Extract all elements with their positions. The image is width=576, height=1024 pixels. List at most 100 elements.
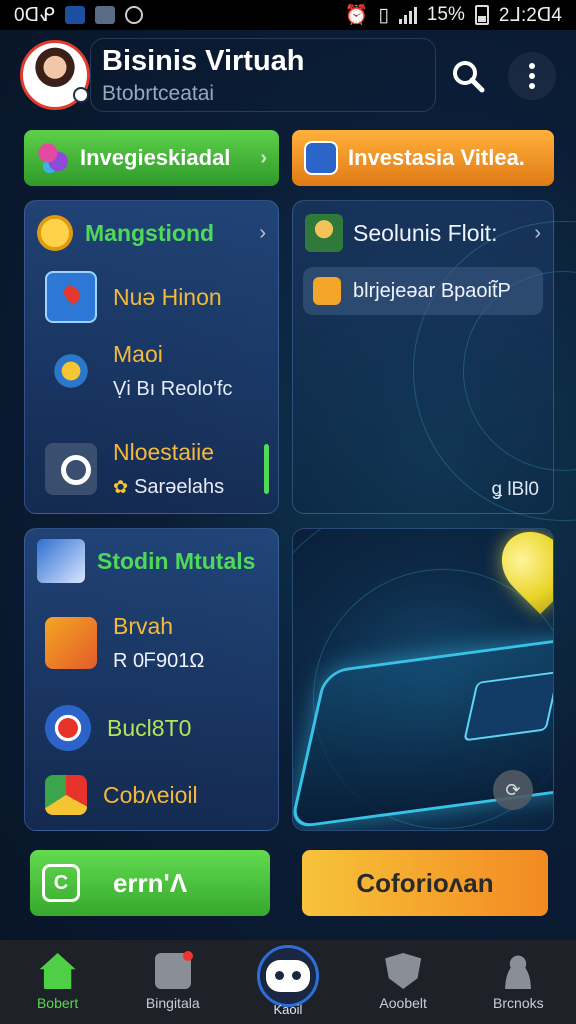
home-icon — [39, 953, 76, 989]
studio-card-header[interactable]: Stodin Mtutals — [37, 539, 266, 583]
app-header: Bisinis Virtuah Btobrtceatai — [0, 30, 576, 120]
gallery-notification-icon — [94, 6, 115, 24]
solutions-card-title: Seolunis Floit: — [353, 219, 498, 246]
gear-network-icon — [45, 345, 97, 397]
nav-security[interactable]: Aoobelt — [353, 953, 453, 1011]
stack-icon — [45, 617, 97, 669]
battery-percent: 15% — [426, 4, 465, 25]
settings-badge-icon — [73, 87, 89, 103]
target-icon — [45, 705, 91, 751]
signal-icon — [398, 6, 417, 24]
nav-label: Aoobelt — [379, 995, 427, 1011]
solutions-pill[interactable]: blrjejeəar Bpaoit̃P — [303, 267, 543, 315]
confirm-button-label: Coforioᴧan — [356, 867, 494, 898]
search-icon — [453, 61, 485, 93]
solutions-meta: ǥ lBl0 — [491, 479, 539, 500]
status-right: ⏰ ▯ 15% 2ᒧ:2ᗡ4 — [345, 3, 562, 27]
solutions-card: Seolunis Floit: › blrjejeəar Bpaoit̃P ǥ … — [292, 200, 576, 521]
map-icon — [45, 271, 97, 323]
vibrate-icon: ▯ — [378, 4, 389, 26]
bubbles-icon — [36, 141, 70, 175]
page-title: Bisinis Virtuah — [102, 44, 305, 77]
user-icon — [500, 953, 537, 989]
management-item-sublabel: Ṿi Bı Reolo'fc — [113, 378, 233, 400]
avatar[interactable] — [20, 40, 90, 110]
studio-item-label: Bucl8T0 — [107, 714, 192, 741]
studio-item-browser[interactable]: Cobᴧeioil — [45, 775, 198, 815]
nav-home[interactable]: Bobert — [8, 953, 108, 1011]
management-item-sublabel: ✿ Sarəelahs — [113, 476, 224, 499]
alarm-icon: ⏰ — [344, 5, 369, 26]
assistant-icon — [265, 960, 310, 992]
management-card-title: Mangstiond — [85, 219, 215, 246]
management-card-header[interactable]: Mangstiond › — [37, 213, 266, 253]
sync-notification-icon — [124, 6, 143, 24]
browser-icon — [45, 775, 87, 815]
management-item-sublabel-text: Sarəelahs — [134, 476, 225, 498]
studio-item-sublabel: R 0ᖴ901Ω — [113, 650, 205, 672]
studio-item-stack[interactable]: Brvah R 0ᖴ901Ω — [45, 613, 204, 673]
studio-item-label: Cobᴧeioil — [103, 781, 198, 808]
bag-icon — [154, 951, 193, 989]
nav-label: Bingitala — [145, 995, 200, 1011]
coin-icon — [37, 215, 73, 251]
nav-profile[interactable]: Brcnoks — [468, 953, 568, 1011]
nav-label: Bobert — [36, 995, 79, 1011]
virtual-investment-button[interactable]: Investasia Vitlea. — [292, 130, 554, 186]
primary-green-button-label: errn'Λ — [112, 867, 188, 898]
document-icon — [304, 141, 338, 175]
management-item-label: Nloestaiie — [113, 439, 214, 465]
management-item-location[interactable]: Nloestaiie ✿ Sarəelahs — [45, 439, 224, 499]
more-options-button[interactable] — [508, 52, 556, 100]
investment-button-label: Invegieskiadal — [80, 145, 231, 170]
chevron-right-icon: › — [260, 146, 267, 169]
nav-shop[interactable]: Bingitala — [123, 951, 223, 1011]
battery-icon — [474, 5, 489, 25]
leaf-icon: ✿ — [113, 477, 129, 497]
header-actions — [444, 52, 556, 100]
studio-item-target[interactable]: Bucl8T0 — [45, 705, 191, 751]
assistant-button[interactable] — [256, 945, 319, 1007]
header-title-group: Bisinis Virtuah Btobrtceatai — [102, 45, 305, 106]
management-item-label: Maoi — [113, 341, 163, 367]
more-vertical-icon — [529, 63, 535, 89]
solutions-card-header[interactable]: Seolunis Floit: › — [305, 213, 541, 253]
nav-label: Kaoil — [273, 1002, 303, 1017]
page-subtitle: Btobrtceatai — [102, 81, 215, 105]
chevron-right-icon: › — [534, 221, 541, 244]
primary-green-button[interactable]: C errn'Λ — [30, 850, 270, 916]
nav-label: Brcnoks — [493, 995, 544, 1011]
management-card: Mangstiond › Nuə Hinon Maoi Ṿi Bı Reolo'… — [24, 200, 279, 514]
virtual-investment-button-label: Investasia Vitlea. — [348, 145, 525, 170]
refresh-icon: ⟳ — [505, 779, 521, 800]
visual-card: ⟳ — [292, 528, 554, 831]
confirm-button[interactable]: Coforioᴧan — [302, 850, 548, 916]
notification-dot — [182, 951, 193, 961]
shield-icon — [385, 953, 422, 989]
search-button[interactable] — [444, 52, 492, 100]
chevron-right-icon: › — [259, 221, 266, 244]
worker-icon — [305, 214, 343, 252]
bottom-nav: Bobert Bingitala Kaoil Aoobelt Brcnoks — [0, 940, 576, 1024]
management-item-map[interactable]: Nuə Hinon — [45, 271, 222, 323]
shield-notification-icon — [64, 6, 85, 24]
scroll-indicator — [264, 444, 269, 494]
status-left: 0ᗡᕵ — [14, 4, 143, 27]
status-bar: 0ᗡᕵ ⏰ ▯ 15% 2ᒧ:2ᗡ4 — [0, 0, 576, 30]
investment-button[interactable]: Invegieskiadal › — [24, 130, 279, 186]
status-clock: 2ᒧ:2ᗡ4 — [498, 4, 562, 26]
refresh-button[interactable]: ⟳ — [493, 770, 533, 810]
status-time: 0ᗡᕵ — [14, 4, 55, 26]
studio-item-label: Brvah — [113, 613, 174, 639]
solutions-pill-label: blrjejeəar Bpaoit̃P — [353, 279, 511, 302]
studio-card: Stodin Mtutals Brvah R 0ᖴ901Ω Bucl8T0 Co… — [24, 528, 279, 831]
location-pin-icon — [45, 443, 97, 495]
studio-card-title: Stodin Mtutals — [97, 547, 256, 574]
cycle-icon: C — [42, 864, 80, 902]
nav-assistant[interactable]: Kaoil — [238, 945, 338, 1017]
chip-illustration — [463, 670, 553, 742]
management-item-label: Nuə Hinon — [113, 283, 222, 310]
management-item-settings[interactable]: Maoi Ṿi Bı Reolo'fc — [45, 341, 232, 401]
photo-editor-icon — [37, 539, 85, 583]
wallet-icon — [313, 277, 341, 305]
